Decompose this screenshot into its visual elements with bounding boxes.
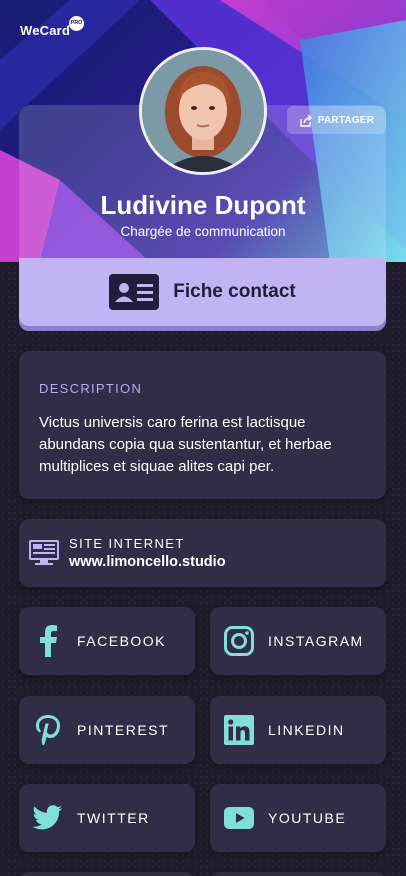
description-text: Victus universis caro ferina est lactisq… xyxy=(39,414,332,475)
social-label: LINKEDIN xyxy=(268,722,345,738)
instagram-icon xyxy=(224,626,254,656)
social-instagram-button[interactable]: INSTAGRAM xyxy=(210,607,386,675)
id-card-icon xyxy=(109,274,160,310)
social-facebook-button[interactable]: FACEBOOK xyxy=(19,607,195,675)
website-title: SITE INTERNET xyxy=(69,536,185,551)
social-label: YOUTUBE xyxy=(268,810,347,826)
youtube-icon xyxy=(224,807,254,829)
share-label: PARTAGER xyxy=(317,114,375,126)
website-link[interactable]: SITE INTERNET www.limoncello.studio xyxy=(19,519,386,587)
website-icon xyxy=(29,540,59,565)
description-card: DESCRIPTION Victus universis caro ferina… xyxy=(19,351,386,499)
description-title: DESCRIPTION xyxy=(39,381,143,396)
twitter-icon xyxy=(33,805,62,830)
linkedin-icon xyxy=(224,715,254,745)
next-card-left xyxy=(19,872,195,876)
social-pinterest-button[interactable]: PINTEREST xyxy=(19,696,195,764)
contact-card-label: Fiche contact xyxy=(173,281,296,302)
social-label: FACEBOOK xyxy=(77,633,167,649)
pro-badge: PRO xyxy=(69,16,84,31)
facebook-icon xyxy=(40,625,57,657)
profile-name: Ludivine Dupont xyxy=(100,190,306,220)
contact-card-button[interactable]: Fiche contact xyxy=(19,258,386,326)
website-url: www.limoncello.studio xyxy=(69,554,226,570)
share-icon xyxy=(300,113,312,127)
avatar xyxy=(139,47,267,175)
next-card-right xyxy=(210,872,386,876)
portrait-image xyxy=(142,50,264,172)
brand-logo: WeCard xyxy=(20,23,71,38)
social-label: PINTEREST xyxy=(77,722,170,738)
pinterest-icon xyxy=(36,715,60,745)
profile-role: Chargée de communication xyxy=(120,224,286,239)
share-button[interactable]: PARTAGER xyxy=(287,106,386,134)
header-banner: WeCard PRO PARTAGER Ludivine Dupont Char… xyxy=(0,0,406,262)
social-label: TWITTER xyxy=(77,810,150,826)
social-label: INSTAGRAM xyxy=(268,633,364,649)
social-linkedin-button[interactable]: LINKEDIN xyxy=(210,696,386,764)
social-twitter-button[interactable]: TWITTER xyxy=(19,784,195,852)
social-youtube-button[interactable]: YOUTUBE xyxy=(210,784,386,852)
